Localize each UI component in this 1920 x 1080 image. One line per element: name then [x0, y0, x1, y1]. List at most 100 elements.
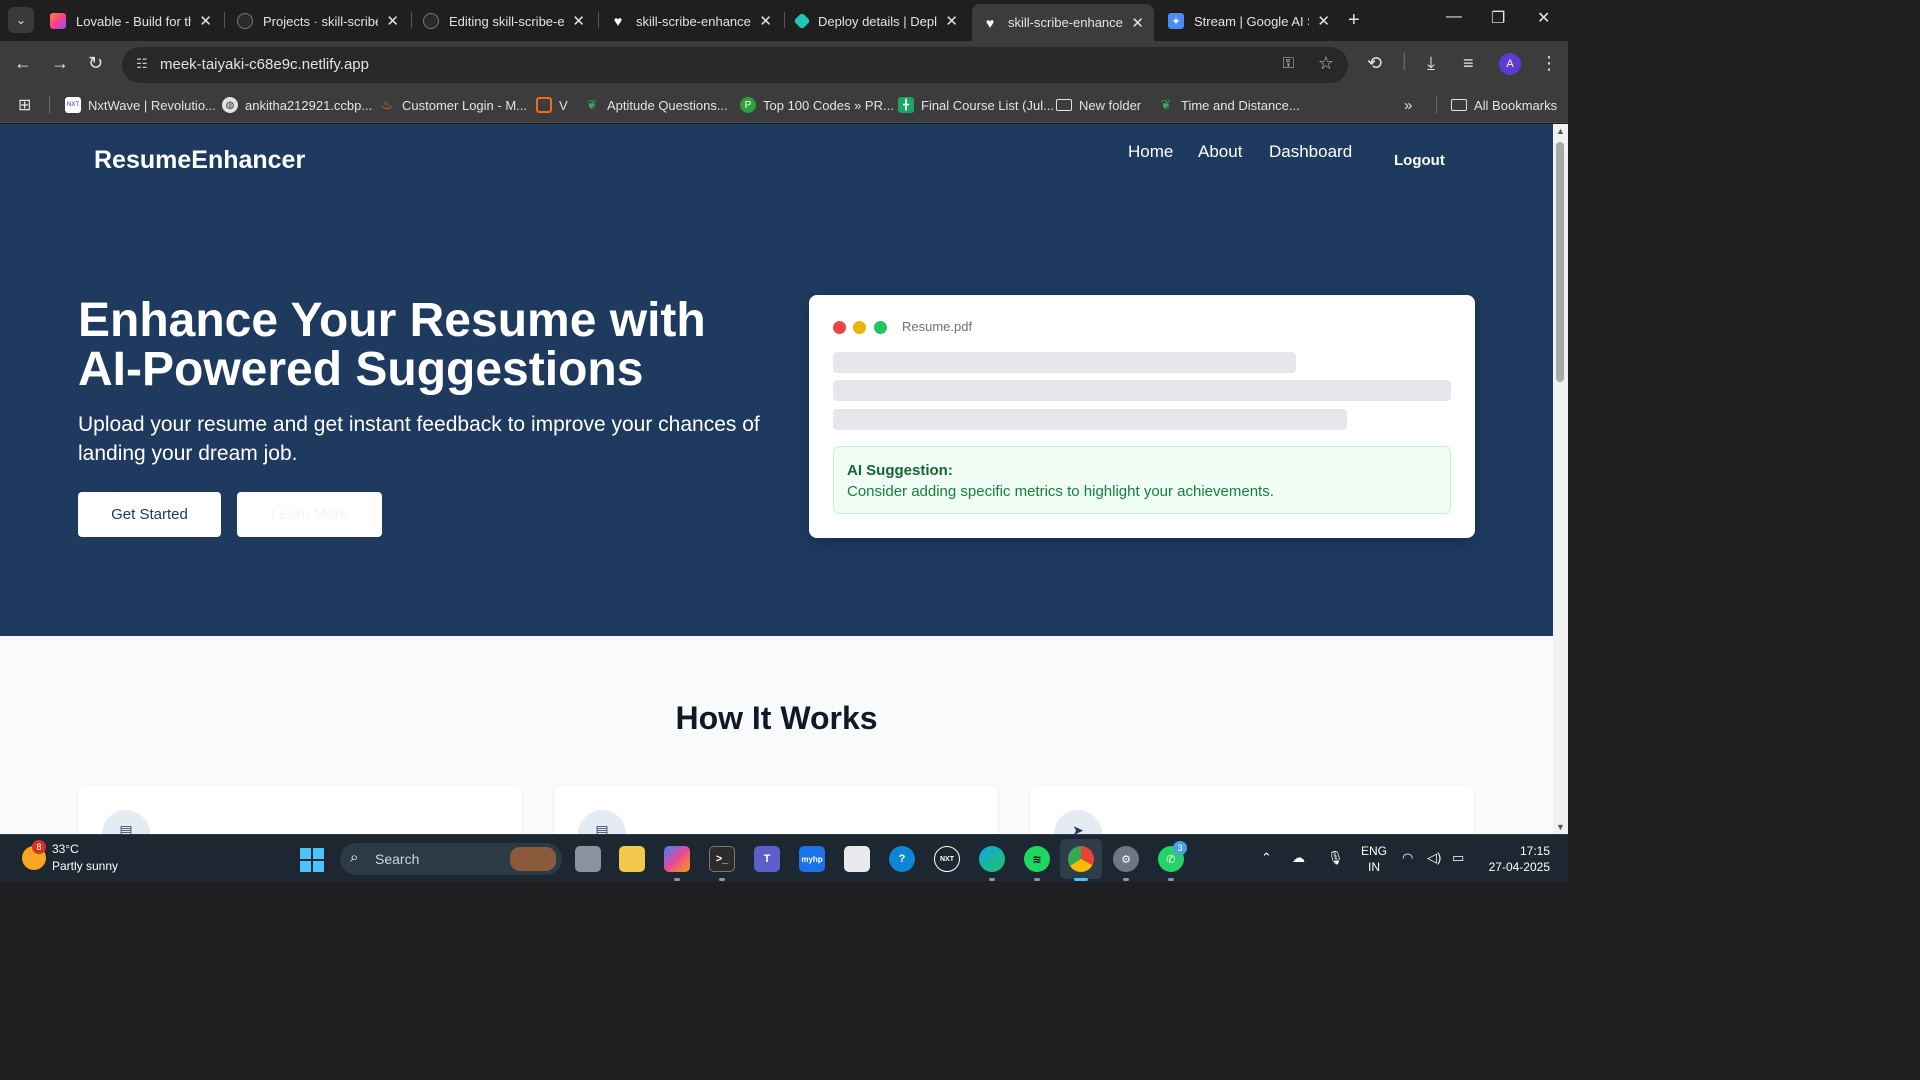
address-bar[interactable]: ☷ meek-taiyaki-c68e9c.netlify.app ⚿ ☆	[122, 47, 1348, 83]
scroll-up-icon[interactable]: ▲	[1556, 126, 1565, 136]
reload-icon[interactable]: ↻	[88, 53, 103, 74]
close-tab-icon[interactable]: ✕	[199, 12, 212, 30]
volume-icon[interactable]: ◁)	[1427, 850, 1441, 866]
edge-icon[interactable]	[979, 846, 1005, 872]
bookmark-customer-login[interactable]: ♨ Customer Login - M...	[379, 94, 527, 116]
onedrive-cloud-icon[interactable]: ☁	[1292, 850, 1305, 866]
weather-temp[interactable]: 33°C	[52, 842, 79, 856]
teams-icon[interactable]: T	[754, 846, 780, 872]
logout-button[interactable]: Logout	[1394, 152, 1445, 169]
language-code: ENG	[1361, 844, 1388, 858]
menu-kebab-icon[interactable]: ⋮	[1540, 53, 1558, 74]
close-tab-icon[interactable]: ✕	[1131, 14, 1144, 32]
language-indicator[interactable]: ENG IN	[1361, 843, 1387, 875]
close-window-icon[interactable]: ✕	[1537, 8, 1550, 28]
terminal-icon[interactable]: >_	[709, 846, 735, 872]
page-scrollbar[interactable]: ▲ ▼	[1553, 124, 1568, 834]
bookmark-star-icon[interactable]: ☆	[1318, 53, 1334, 74]
bookmark-top-100[interactable]: P Top 100 Codes » PR...	[740, 94, 894, 116]
tab-strip: ⌄ Lovable - Build for th ✕ Projects · sk…	[0, 0, 1568, 41]
copilot-icon[interactable]	[664, 846, 690, 872]
scroll-thumb[interactable]	[1556, 142, 1564, 382]
myhp-icon[interactable]: myhp	[799, 846, 825, 872]
tray-chevron-up-icon[interactable]: ⌃	[1261, 850, 1272, 866]
tab-separator	[224, 12, 225, 28]
settings-gear-icon[interactable]: ⚙	[1113, 846, 1139, 872]
brand-logo[interactable]: ResumeEnhancer	[94, 146, 305, 175]
close-tab-icon[interactable]: ✕	[1317, 12, 1330, 30]
close-tab-icon[interactable]: ✕	[759, 12, 772, 30]
forward-icon[interactable]: →	[51, 53, 69, 74]
how-it-works-title: How It Works	[675, 700, 878, 736]
resume-filename: Resume.pdf	[902, 319, 973, 334]
all-bookmarks[interactable]: All Bookmarks	[1451, 94, 1557, 116]
bookmark-label: Final Course List (Jul...	[921, 97, 1054, 113]
sheets-icon: ╋	[898, 97, 914, 113]
get-started-button[interactable]: Get Started	[78, 492, 221, 537]
weather-desc[interactable]: Partly sunny	[52, 859, 118, 873]
close-tab-icon[interactable]: ✕	[572, 12, 585, 30]
tab-skill-scribe-active[interactable]: ♥ skill-scribe-enhance ✕	[972, 4, 1154, 41]
tab-deploy[interactable]: Deploy details | Depl ✕	[786, 4, 968, 38]
download-icon[interactable]: ⤓	[1427, 53, 1435, 74]
bookmark-time-distance[interactable]: ❦ Time and Distance...	[1158, 94, 1300, 116]
system-clock[interactable]: 17:15 27-04-2025	[1484, 843, 1550, 875]
folder-icon	[1451, 99, 1467, 111]
microphone-icon[interactable]: 🎙	[1327, 850, 1344, 866]
nxtwave-app-icon[interactable]: NXT	[934, 846, 960, 872]
taskbar-search[interactable]: ⌕ Search	[340, 843, 562, 875]
tab-title: Lovable - Build for th	[76, 13, 192, 29]
profile-avatar[interactable]: A	[1499, 53, 1521, 75]
chrome-icon[interactable]	[1068, 846, 1094, 872]
tab-title: Editing skill-scribe-en	[449, 13, 565, 29]
tab-skill-scribe-1[interactable]: ♥ skill-scribe-enhance ✕	[600, 4, 782, 38]
minimize-icon[interactable]: —	[1446, 8, 1462, 26]
task-view-icon[interactable]	[575, 846, 601, 872]
password-key-icon[interactable]: ⚿	[1283, 55, 1294, 72]
hero-subtitle: Upload your resume and get instant feedb…	[78, 413, 760, 465]
search-icon: ⌕	[350, 849, 359, 866]
help-icon[interactable]: ?	[889, 846, 915, 872]
apps-grid-icon[interactable]: ⊞	[18, 94, 31, 116]
wifi-icon[interactable]: ◠	[1402, 850, 1413, 866]
restore-icon[interactable]: ❐	[1491, 8, 1505, 28]
battery-icon[interactable]: ▭	[1452, 850, 1464, 866]
bookmark-ankitha[interactable]: ◍ ankitha212921.ccbp...	[222, 94, 372, 116]
clock-time: 17:15	[1519, 844, 1550, 858]
close-tab-icon[interactable]: ✕	[386, 12, 399, 30]
bookmark-final-course[interactable]: ╋ Final Course List (Jul...	[898, 94, 1054, 116]
file-explorer-icon[interactable]	[619, 846, 645, 872]
bookmark-v[interactable]: V	[536, 94, 568, 116]
tab-editing[interactable]: Editing skill-scribe-en ✕	[413, 4, 595, 38]
tab-projects[interactable]: Projects · skill-scribe- ✕	[227, 4, 409, 38]
new-tab-icon[interactable]: +	[1348, 9, 1360, 32]
close-tab-icon[interactable]: ✕	[945, 12, 958, 30]
nav-home[interactable]: Home	[1128, 142, 1173, 162]
windows-start-icon[interactable]	[300, 848, 324, 872]
url-text[interactable]: meek-taiyaki-c68e9c.netlify.app	[160, 56, 369, 73]
tab-separator	[598, 12, 599, 28]
nav-about[interactable]: About	[1198, 142, 1242, 162]
scroll-down-icon[interactable]: ▼	[1556, 822, 1565, 832]
tab-lovable[interactable]: Lovable - Build for th ✕	[40, 4, 222, 38]
bookmark-nxtwave[interactable]: NXT NxtWave | Revolutio...	[65, 94, 216, 116]
globe-icon: ◍	[222, 97, 238, 113]
bookmark-new-folder[interactable]: New folder	[1056, 94, 1141, 116]
tab-separator	[784, 12, 785, 28]
more-bookmarks-chevron-icon[interactable]: »	[1404, 94, 1412, 116]
learn-more-button[interactable]: Learn More	[237, 492, 382, 537]
microsoft-store-icon[interactable]	[844, 846, 870, 872]
ai-suggestion-box: AI Suggestion: Consider adding specific …	[833, 446, 1451, 514]
github-icon	[237, 13, 253, 29]
bookmark-label: NxtWave | Revolutio...	[88, 97, 216, 113]
active-indicator	[1074, 878, 1088, 881]
history-icon[interactable]: ⟲	[1367, 53, 1382, 74]
media-queue-icon[interactable]: ≡	[1463, 53, 1474, 74]
tab-google-ai[interactable]: ✦ Stream | Google AI St ✕	[1158, 4, 1340, 38]
site-info-icon[interactable]: ☷	[136, 56, 148, 72]
nav-dashboard[interactable]: Dashboard	[1269, 142, 1352, 162]
spotify-icon[interactable]: ≋	[1024, 846, 1050, 872]
bookmark-aptitude[interactable]: ❦ Aptitude Questions...	[584, 94, 728, 116]
back-icon[interactable]: ←	[14, 53, 32, 74]
tab-search-icon[interactable]: ⌄	[8, 7, 34, 33]
